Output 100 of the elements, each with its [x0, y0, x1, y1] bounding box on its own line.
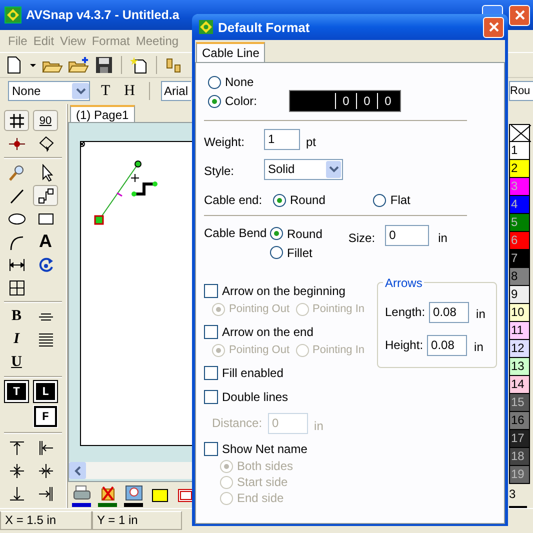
line-sample: [509, 506, 527, 508]
tool-button[interactable]: [4, 110, 29, 131]
format-button[interactable]: T: [98, 82, 114, 100]
style-dropdown[interactable]: Solid: [264, 158, 343, 180]
arrow-size-field[interactable]: 0.08: [427, 334, 468, 356]
app-icon: [4, 6, 22, 24]
color-swatch[interactable]: 0 0 0: [290, 91, 400, 111]
unit-label: in: [475, 306, 486, 320]
palette-color[interactable]: 12: [509, 340, 530, 358]
palette-color[interactable]: 18: [509, 448, 530, 466]
close-button[interactable]: [509, 4, 530, 26]
palette-color[interactable]: 13: [509, 358, 530, 376]
palette-color[interactable]: 8: [509, 268, 530, 286]
radio-button[interactable]: Round: [270, 226, 322, 240]
field-label: Distance:: [212, 416, 262, 430]
print-button[interactable]: [72, 484, 92, 502]
tool-button[interactable]: [33, 185, 58, 206]
italic-button[interactable]: I: [4, 329, 29, 350]
chevron-left-icon: [74, 466, 82, 476]
checkbox[interactable]: Fill enabled: [204, 366, 284, 380]
palette-color[interactable]: 17: [509, 430, 530, 448]
palette-color[interactable]: 2: [509, 160, 530, 178]
no-color-cell[interactable]: [509, 124, 530, 142]
unit-label: pt: [306, 134, 316, 148]
radio-button[interactable]: Round: [273, 193, 326, 207]
new-page-button[interactable]: [129, 56, 149, 74]
palette-color[interactable]: 14: [509, 376, 530, 394]
page-star-icon: [129, 56, 149, 74]
palette-color[interactable]: 16: [509, 412, 530, 430]
weight-field[interactable]: 1: [264, 128, 300, 150]
palette-color[interactable]: 10: [509, 304, 530, 322]
palette-color[interactable]: 7: [509, 250, 530, 268]
angle-button[interactable]: 90: [33, 110, 58, 131]
checkbox[interactable]: Arrow on the end: [204, 325, 314, 339]
rgb-value: 0: [335, 93, 356, 109]
status-field: X = 1.5 in: [0, 510, 92, 530]
caret-icon: [328, 165, 338, 173]
field-label: Style:: [204, 162, 236, 178]
unit-label: in: [473, 338, 484, 354]
close-icon: [486, 20, 500, 34]
radio-button[interactable]: Flat: [373, 193, 410, 207]
scroll-left-button[interactable]: [69, 462, 86, 479]
floppy-icon: [94, 56, 114, 74]
save-button[interactable]: [94, 56, 114, 74]
field-label: Weight:: [204, 134, 246, 148]
unit-label: in: [438, 230, 448, 244]
app-icon: [198, 19, 214, 35]
layer-button[interactable]: T: [5, 381, 28, 402]
caret-icon: [76, 87, 86, 95]
status-field: Y = 1 in: [92, 510, 182, 530]
checkbox[interactable]: Show Net name: [204, 442, 308, 456]
bold-button[interactable]: B: [4, 306, 29, 327]
palette-color[interactable]: 1: [509, 142, 530, 160]
cross-icon: [511, 125, 531, 142]
tab[interactable]: Cable Line: [196, 42, 266, 62]
field-label: Height:: [385, 338, 424, 352]
close-icon: [512, 8, 526, 22]
palette-color[interactable]: 4: [509, 196, 530, 214]
table-icon: [6, 278, 26, 296]
unit-label: in: [314, 418, 324, 432]
border-color-swatch[interactable]: [178, 488, 194, 502]
fill-color-swatch[interactable]: [152, 488, 168, 502]
field-label: Cable Bend: [204, 225, 268, 242]
font-dropdown[interactable]: Arial: [161, 81, 192, 101]
text-tool-button[interactable]: A: [33, 231, 58, 252]
palette-label: 3: [509, 487, 517, 501]
palette-color[interactable]: 11: [509, 322, 530, 340]
layer-button[interactable]: F: [34, 406, 57, 427]
window-title: AVSnap v4.3.7 - Untitled.a: [26, 8, 180, 22]
checkbox[interactable]: Double lines: [204, 390, 288, 404]
group-title: Arrows: [383, 276, 424, 290]
radio-button[interactable]: None: [208, 75, 254, 89]
new-folder-button[interactable]: [68, 56, 90, 74]
size-field[interactable]: 0: [385, 224, 430, 246]
palette-color[interactable]: 15: [509, 394, 530, 412]
rgb-value: 0: [356, 93, 378, 109]
preview-button[interactable]: [124, 484, 144, 502]
caret-icon: [30, 64, 36, 66]
field-label: Cable end:: [204, 193, 264, 207]
style-dropdown[interactable]: None: [8, 81, 90, 101]
radio-button[interactable]: Fillet: [270, 246, 312, 260]
page-tab[interactable]: (1) Page1: [70, 105, 135, 122]
combo-box[interactable]: Rou: [509, 81, 533, 101]
layer-button[interactable]: L: [34, 381, 57, 402]
checkbox[interactable]: Arrow on the beginning: [204, 284, 346, 298]
rgb-value: 0: [377, 93, 398, 109]
magnifier-icon: [124, 484, 144, 502]
dialog-title: Default Format: [218, 20, 310, 34]
close-button[interactable]: [483, 16, 504, 38]
printer-icon: [72, 484, 92, 502]
underline-button[interactable]: U: [4, 352, 29, 373]
radio-button[interactable]: Color:: [208, 94, 258, 108]
palette-color[interactable]: 9: [509, 286, 530, 304]
format-button[interactable]: H: [121, 82, 138, 100]
connector-icon: [36, 186, 56, 204]
field-label: Size:: [348, 230, 376, 245]
dropdown-button[interactable]: [28, 64, 38, 66]
arrow-size-field[interactable]: 0.08: [429, 302, 470, 322]
zoom-icon: [6, 164, 26, 182]
folder-icon: [68, 56, 90, 74]
